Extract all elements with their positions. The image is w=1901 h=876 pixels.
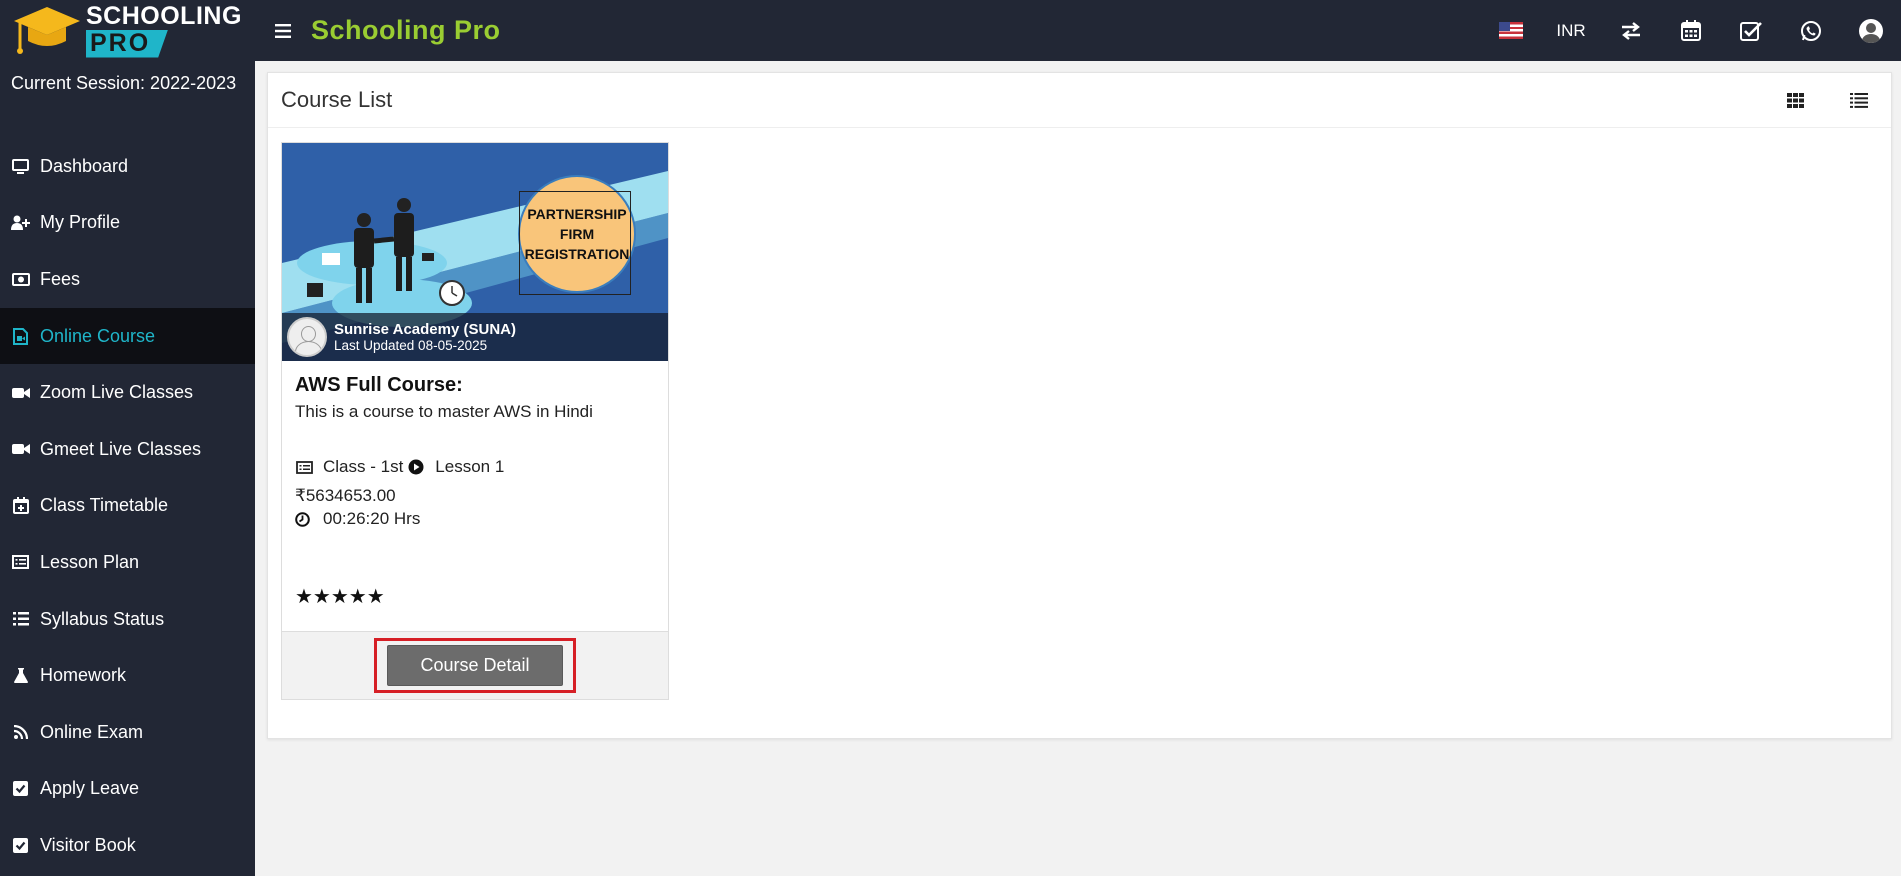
last-updated: Last Updated 08-05-2025 — [334, 337, 488, 353]
course-card-footer: Course Detail — [282, 631, 668, 699]
sidebar-item-class-timetable[interactable]: Class Timetable — [0, 478, 255, 535]
sidebar-item-label: Class Timetable — [40, 495, 169, 516]
page-title: Course List — [281, 87, 393, 112]
course-class: Class - 1st — [323, 457, 404, 476]
app-logo[interactable]: SCHOOLING PRO — [0, 0, 255, 61]
logo-text-top: SCHOOLING — [86, 1, 242, 30]
currency-selector[interactable]: INR — [1541, 0, 1601, 61]
flask-icon — [11, 666, 30, 685]
logo-text-bottom: PRO — [86, 29, 168, 58]
video-file-icon — [11, 327, 30, 346]
course-duration: 00:26:20 Hrs — [323, 509, 421, 528]
sidebar-item-label: Zoom Live Classes — [40, 382, 194, 403]
sidebar-item-fees[interactable]: Fees — [0, 251, 255, 308]
course-meta: Class - 1st Lesson 1 — [295, 457, 655, 477]
user-avatar-icon — [1859, 18, 1883, 43]
sidebar-item-label: Online Course — [40, 325, 156, 346]
sidebar-item-online-course[interactable]: Online Course — [0, 307, 255, 365]
sidebar-item-label: Online Exam — [40, 721, 144, 742]
us-flag-icon — [1499, 22, 1523, 39]
sidebar-item-label: Dashboard — [40, 155, 129, 176]
sidebar-item-my-profile[interactable]: My Profile — [0, 195, 255, 252]
sidebar-item-homework[interactable]: Homework — [0, 647, 255, 704]
clock-icon — [295, 511, 310, 527]
sidebar-item-lesson-plan[interactable]: Lesson Plan — [0, 534, 255, 591]
grid-view-button[interactable] — [1763, 73, 1827, 128]
switch-button[interactable] — [1601, 0, 1661, 61]
course-thumbnail[interactable]: PARTNERSHIP FIRM REGISTRATION Sunrise Acad… — [282, 143, 668, 361]
calendar-plus-icon — [11, 496, 30, 515]
graduation-cap-icon — [14, 7, 80, 54]
sidebar-item-label: Syllabus Status — [40, 608, 165, 629]
sidebar-item-visitor-book[interactable]: Visitor Book — [0, 817, 255, 874]
highlight-outline: Course Detail — [374, 638, 576, 693]
course-price: ₹5634653.00 — [295, 486, 396, 505]
currency-label: INR — [1556, 20, 1586, 40]
task-check-icon — [1740, 21, 1762, 41]
sidebar-item-apply-leave[interactable]: Apply Leave — [0, 761, 255, 818]
current-session: Current Session: 2022-2023 — [11, 73, 237, 93]
money-icon — [11, 270, 30, 289]
sidebar-item-label: Visitor Book — [40, 834, 136, 855]
calendar-icon — [1681, 20, 1701, 41]
sidebar-item-label: Gmeet Live Classes — [40, 438, 202, 459]
rss-icon — [11, 723, 30, 742]
list-alt-icon — [295, 458, 313, 476]
panel-header: Course List — [268, 73, 1891, 128]
top-navbar: SCHOOLING PRO Schooling Pro INR — [0, 0, 1901, 61]
list-view-icon — [1850, 93, 1868, 108]
play-circle-icon — [407, 458, 425, 476]
course-card-body: AWS Full Course: This is a course to mas… — [282, 361, 668, 609]
language-selector[interactable] — [1481, 0, 1541, 61]
brand-title: Schooling Pro — [311, 15, 501, 45]
user-plus-icon — [11, 213, 30, 232]
switch-icon — [1622, 21, 1640, 40]
calendar-button[interactable] — [1661, 0, 1721, 61]
whatsapp-icon — [1801, 20, 1821, 41]
sidebar-item-label: Lesson Plan — [40, 551, 140, 572]
course-detail-button[interactable]: Course Detail — [387, 645, 563, 686]
video-camera-icon — [11, 440, 30, 459]
course-card: PARTNERSHIP FIRM REGISTRATION Sunrise Acad… — [281, 142, 669, 700]
course-duration-row: 00:26:20 Hrs — [295, 509, 655, 529]
list-view-button[interactable] — [1827, 73, 1891, 128]
instructor-name: Sunrise Academy (SUNA) — [334, 320, 516, 338]
grid-view-icon — [1786, 93, 1804, 108]
check-square-icon — [11, 836, 30, 855]
sidebar-item-online-exam[interactable]: Online Exam — [0, 704, 255, 761]
course-title: AWS Full Course: — [295, 374, 463, 396]
list-alt-icon — [11, 553, 30, 572]
user-menu-button[interactable] — [1841, 0, 1901, 61]
sidebar-item-zoom-live-classes[interactable]: Zoom Live Classes — [0, 364, 255, 421]
sidebar-item-label: Apply Leave — [40, 778, 140, 799]
course-description: This is a course to master AWS in Hindi — [295, 402, 593, 421]
video-camera-icon — [11, 383, 30, 402]
badge-frame — [519, 191, 631, 295]
sidebar-item-label: My Profile — [40, 212, 121, 233]
sidebar: Current Session: 2022-2023 Dashboard My … — [0, 61, 255, 876]
tasks-button[interactable] — [1721, 0, 1781, 61]
sidebar-item-dashboard[interactable]: Dashboard — [0, 138, 255, 195]
sidebar-item-gmeet-live-classes[interactable]: Gmeet Live Classes — [0, 421, 255, 478]
hamburger-menu-icon[interactable] — [275, 18, 291, 44]
desktop-icon — [11, 157, 30, 176]
check-square-icon — [11, 779, 30, 798]
list-icon — [11, 610, 30, 629]
sidebar-item-syllabus-status[interactable]: Syllabus Status — [0, 591, 255, 648]
whatsapp-button[interactable] — [1781, 0, 1841, 61]
sidebar-menu: Dashboard My Profile Fees Online Course … — [0, 138, 255, 874]
course-list-panel: Course List PARTNERSHIP FIRM REGISTRATIO… — [267, 72, 1892, 739]
sidebar-item-label: Homework — [40, 665, 127, 686]
course-lesson: Lesson 1 — [435, 457, 505, 476]
course-rating: ★★★★★ — [295, 586, 385, 608]
instructor-bar: Sunrise Academy (SUNA) Last Updated 08-0… — [282, 313, 668, 361]
sidebar-item-label: Fees — [40, 268, 81, 289]
instructor-avatar — [287, 317, 327, 357]
